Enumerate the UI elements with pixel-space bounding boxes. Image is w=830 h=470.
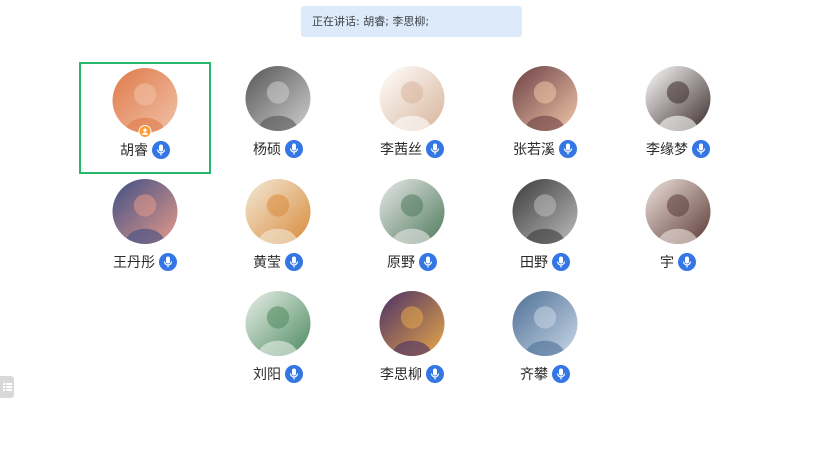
avatar[interactable] — [379, 291, 445, 356]
participant-name-row: 李思柳 — [346, 364, 478, 384]
participant-tile[interactable]: 原野 — [346, 146, 478, 271]
participant-name-row: 齐攀 — [479, 364, 611, 384]
mic-icon[interactable] — [552, 365, 570, 383]
avatar[interactable] — [645, 179, 711, 244]
participant-name: 齐攀 — [520, 367, 548, 383]
participant-tile[interactable]: 宇 — [612, 146, 744, 271]
avatar[interactable] — [245, 179, 311, 244]
participant-tile[interactable]: 田野 — [479, 146, 611, 271]
participant-tile[interactable]: 齐攀 — [479, 258, 611, 383]
mic-icon[interactable] — [159, 253, 177, 271]
avatar[interactable] — [645, 66, 711, 131]
participant-name-row: 刘阳 — [212, 364, 344, 384]
participant-name: 宇 — [660, 255, 674, 271]
avatar[interactable] — [512, 66, 578, 131]
participant-tile[interactable]: 刘阳 — [212, 258, 344, 383]
participant-name-row: 宇 — [612, 252, 744, 272]
avatar[interactable] — [112, 179, 178, 244]
list-icon — [3, 383, 12, 391]
avatar[interactable] — [512, 179, 578, 244]
mic-icon[interactable] — [678, 253, 696, 271]
avatar[interactable] — [512, 291, 578, 356]
participant-name: 刘阳 — [253, 367, 281, 383]
participant-tile[interactable]: 张若溪 — [479, 33, 611, 158]
avatar[interactable] — [112, 68, 178, 133]
participant-tile[interactable]: 李思柳 — [346, 258, 478, 383]
avatar[interactable] — [379, 66, 445, 131]
mic-icon[interactable] — [426, 365, 444, 383]
participant-name-row: 王丹彤 — [79, 252, 211, 272]
avatar[interactable] — [379, 179, 445, 244]
side-panel-toggle[interactable] — [0, 376, 14, 398]
participant-tile[interactable]: 李茜丝 — [346, 33, 478, 158]
participant-name: 李思柳 — [380, 367, 422, 383]
participant-tile[interactable]: 王丹彤 — [79, 146, 211, 271]
host-badge-icon — [138, 125, 152, 138]
participant-tile[interactable]: 黄莹 — [212, 146, 344, 271]
participant-tile[interactable]: 杨硕 — [212, 33, 344, 158]
participant-tile[interactable]: 李缘梦 — [612, 33, 744, 158]
avatar[interactable] — [245, 66, 311, 131]
participant-name: 王丹彤 — [113, 255, 155, 271]
avatar[interactable] — [245, 291, 311, 356]
mic-icon[interactable] — [285, 365, 303, 383]
